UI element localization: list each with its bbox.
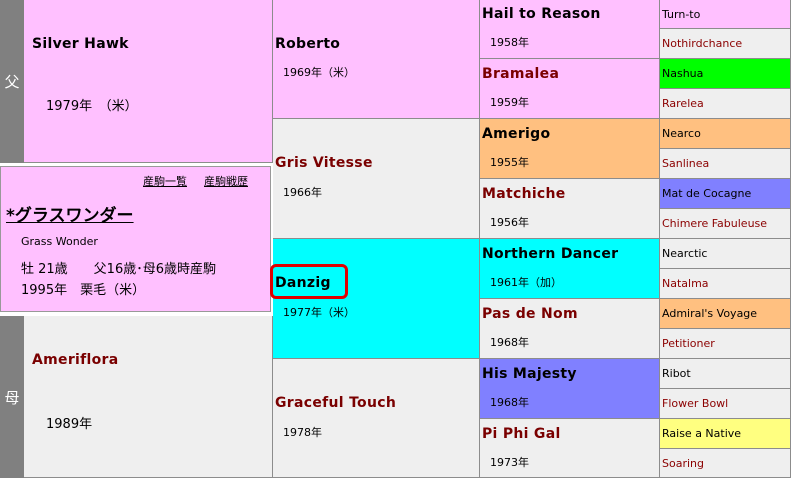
sire-name[interactable]: Silver Hawk <box>32 36 129 52</box>
gen3-year: 1956年 <box>490 216 529 229</box>
offspring-list-link[interactable]: 産駒一覧 <box>143 173 187 189</box>
gen4-cell[interactable]: Soaring <box>660 449 791 478</box>
subject-horse-panel: 産駒一覧 産駒戦歴 *グラスワンダー Grass Wonder 牡 21歳 父1… <box>0 166 271 312</box>
gen2-cell-gris-vitesse[interactable]: Gris Vitesse 1966年 <box>273 119 480 239</box>
gen3-name[interactable]: Amerigo <box>482 126 550 142</box>
gen3-cell[interactable]: Northern Dancer 1961年（加） <box>480 239 660 299</box>
gen2-year: 1978年 <box>283 426 322 439</box>
gen4-cell[interactable]: Petitioner <box>660 329 791 359</box>
gen3-year: 1961年（加） <box>490 276 562 289</box>
sire-side-label: 父 <box>0 0 24 163</box>
dam-cell[interactable]: Ameriflora 1989年 <box>24 316 273 478</box>
gen3-name[interactable]: Bramalea <box>482 66 559 82</box>
gen2-name[interactable]: Gris Vitesse <box>275 155 373 171</box>
horse-english-name: Grass Wonder <box>21 235 98 248</box>
gen2-name[interactable]: Roberto <box>275 36 340 52</box>
horse-detail-birth: 1995年 栗毛（米） <box>21 283 146 298</box>
gen3-year: 1973年 <box>490 456 529 469</box>
gen4-cell[interactable]: Natalma <box>660 269 791 299</box>
dam-side-label: 母 <box>0 316 24 478</box>
gen4-cell[interactable]: Nearctic <box>660 239 791 269</box>
gen3-name[interactable]: Pi Phi Gal <box>482 426 561 442</box>
gen2-year: 1966年 <box>283 186 322 199</box>
gen3-name[interactable]: Hail to Reason <box>482 6 601 22</box>
gen3-cell[interactable]: Matchiche 1956年 <box>480 179 660 239</box>
gen4-cell[interactable]: Admiral's Voyage <box>660 299 791 329</box>
gen3-year: 1968年 <box>490 336 529 349</box>
gen3-cell[interactable]: Pi Phi Gal 1973年 <box>480 419 660 478</box>
gen3-cell[interactable]: Pas de Nom 1968年 <box>480 299 660 359</box>
gen4-cell[interactable]: Turn-to <box>660 0 791 29</box>
gen4-cell[interactable]: Nothirdchance <box>660 29 791 59</box>
gen4-cell[interactable]: Chimere Fabuleuse <box>660 209 791 239</box>
horse-detail-sex-age: 牡 21歳 父16歳･母6歳時産駒 <box>21 262 216 277</box>
gen4-cell[interactable]: Mat de Cocagne <box>660 179 791 209</box>
gen3-year: 1959年 <box>490 96 529 109</box>
dam-name[interactable]: Ameriflora <box>32 352 118 368</box>
gen3-year: 1958年 <box>490 36 529 49</box>
danzig-highlight-box <box>270 264 348 299</box>
gen3-name[interactable]: Northern Dancer <box>482 246 618 262</box>
sire-cell[interactable]: Silver Hawk 1979年 （米） <box>24 0 273 163</box>
gen4-cell[interactable]: Nashua <box>660 59 791 89</box>
gen4-cell[interactable]: Ribot <box>660 359 791 389</box>
gen4-cell[interactable]: Raise a Native <box>660 419 791 449</box>
gen3-name[interactable]: Pas de Nom <box>482 306 578 322</box>
gen2-cell-roberto[interactable]: Roberto 1969年（米） <box>273 0 480 119</box>
gen3-year: 1955年 <box>490 156 529 169</box>
gen3-name[interactable]: Matchiche <box>482 186 566 202</box>
gen3-cell[interactable]: Amerigo 1955年 <box>480 119 660 179</box>
gen4-cell[interactable]: Flower Bowl <box>660 389 791 419</box>
gen2-year: 1969年（米） <box>283 66 355 79</box>
gen3-cell[interactable]: Hail to Reason 1958年 <box>480 0 660 59</box>
gen3-cell[interactable]: Bramalea 1959年 <box>480 59 660 119</box>
gen4-cell[interactable]: Sanlinea <box>660 149 791 179</box>
gen4-cell[interactable]: Nearco <box>660 119 791 149</box>
sire-year: 1979年 （米） <box>46 99 138 114</box>
gen2-year: 1977年（米） <box>283 306 355 319</box>
horse-name[interactable]: *グラスワンダー <box>6 201 134 226</box>
offspring-record-link[interactable]: 産駒戦歴 <box>204 173 248 189</box>
gen3-name[interactable]: His Majesty <box>482 366 577 382</box>
gen2-cell-graceful-touch[interactable]: Graceful Touch 1978年 <box>273 359 480 478</box>
gen2-name[interactable]: Graceful Touch <box>275 395 396 411</box>
gen2-cell-danzig[interactable]: Danzig 1977年（米） <box>273 239 480 359</box>
gen3-year: 1968年 <box>490 396 529 409</box>
gen4-cell[interactable]: Rarelea <box>660 89 791 119</box>
gen3-cell[interactable]: His Majesty 1968年 <box>480 359 660 419</box>
dam-year: 1989年 <box>46 417 93 432</box>
